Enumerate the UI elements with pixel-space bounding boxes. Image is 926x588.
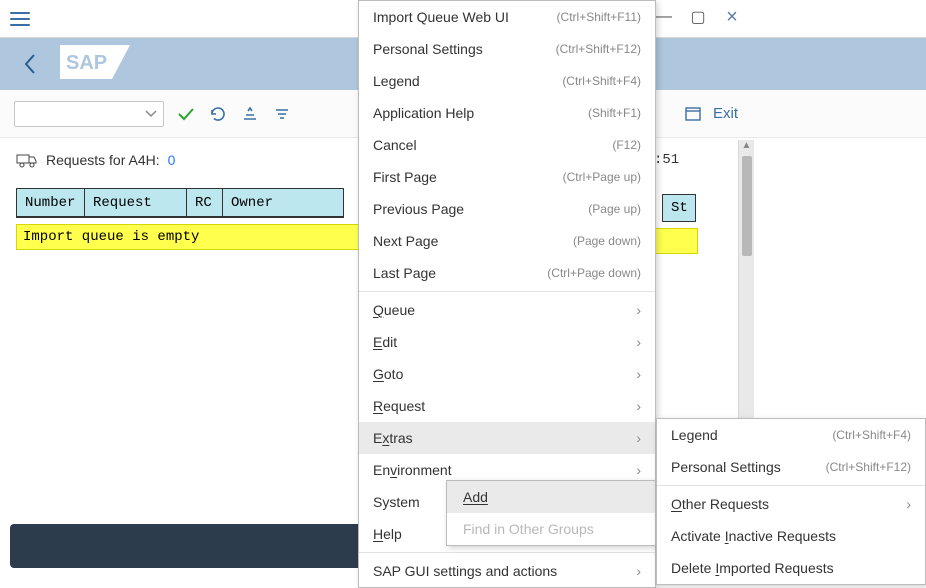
menu-item-label: Last Page [373,265,436,281]
menu-item[interactable]: First Page (Ctrl+Page up) [359,161,655,193]
menu-item-shortcut: (Shift+F1) [588,106,641,120]
chevron-down-icon [145,110,157,118]
menu-item-label: Goto [373,366,403,382]
back-button[interactable] [10,44,50,84]
window-small-icon[interactable] [683,104,703,124]
filter-button[interactable] [272,104,292,124]
menu-item[interactable]: Previous Page (Page up) [359,193,655,225]
sap-logo: SAP [60,45,130,84]
menu-item-shortcut: (Ctrl+Shift+F4) [832,428,911,442]
scroll-up-icon[interactable]: ▲ [739,140,754,154]
menu-item-label: Legend [671,427,718,443]
menu-item-shortcut: (Page up) [588,202,641,216]
exit-button[interactable]: Exit [713,105,738,122]
col-request[interactable]: Request [85,189,186,217]
menu-item-label: Delete Imported Requests [671,560,834,576]
menu-item-label: Personal Settings [671,459,781,475]
menu-item-label: Request [373,398,425,414]
menu-item[interactable]: Activate Inactive Requests [657,520,925,552]
chevron-right-icon: › [636,563,641,579]
menu-item-shortcut: (Ctrl+Page up) [563,170,641,184]
menu-item-label: Add [463,489,488,505]
empty-queue-message: Import queue is empty [16,224,372,250]
menu-item-label: Previous Page [373,201,464,217]
requests-label: Requests for A4H: [46,152,160,168]
menu-item-label: Extras [373,430,413,446]
window-maximize-button[interactable]: ▢ [682,4,714,30]
command-field[interactable] [14,101,164,127]
menu-item-label: Activate Inactive Requests [671,528,836,544]
chevron-right-icon: › [636,302,641,318]
menu-item-find-in-other-groups: Find in Other Groups [447,513,655,545]
menu-item-label: Import Queue Web UI [373,9,509,25]
menu-item-add[interactable]: Add [447,481,655,513]
menu-item[interactable]: Other Requests › [657,488,925,520]
accept-button[interactable] [176,104,196,124]
menu-item[interactable]: Application Help (Shift+F1) [359,97,655,129]
menu-item[interactable]: Delete Imported Requests [657,552,925,584]
menu-item-sap-gui-settings[interactable]: SAP GUI settings and actions › [359,555,655,587]
chevron-right-icon: › [636,430,641,446]
submenu-extras: Legend (Ctrl+Shift+F4) Personal Settings (C… [656,418,926,585]
sort-button[interactable] [240,104,260,124]
menu-item[interactable]: Personal Settings (Ctrl+Shift+F12) [657,451,925,483]
window-controls: — ▢ × [648,4,748,30]
timestamp: :51 [654,152,679,168]
chevron-right-icon: › [906,496,911,512]
menu-item-label: SAP GUI settings and actions [373,563,557,579]
menu-item[interactable]: Legend (Ctrl+Shift+F4) [657,419,925,451]
submenu-other-requests-flyout: Add Find in Other Groups [446,480,656,546]
menu-item[interactable]: Personal Settings (Ctrl+Shift+F12) [359,33,655,65]
menu-item-shortcut: (F12) [612,138,641,152]
window-close-button[interactable]: × [716,4,748,30]
menu-item-label: Edit [373,334,397,350]
requests-count: 0 [168,152,176,168]
menu-item-label: Environment [373,462,452,478]
menu-item[interactable]: Cancel (F12) [359,129,655,161]
chevron-right-icon: › [636,334,641,350]
menu-item-shortcut: (Ctrl+Shift+F12) [556,42,641,56]
menu-item[interactable]: Import Queue Web UI (Ctrl+Shift+F11) [359,1,655,33]
menu-item-label: Personal Settings [373,41,483,57]
chevron-right-icon: › [636,398,641,414]
scroll-thumb[interactable] [742,156,752,256]
menu-item-shortcut: (Ctrl+Shift+F12) [826,460,911,474]
menu-item-shortcut: (Ctrl+Shift+F4) [562,74,641,88]
menu-item-edit[interactable]: Edit › [359,326,655,358]
menu-item-shortcut: (Ctrl+Page down) [547,266,641,280]
empty-queue-message-st [654,228,698,254]
refresh-button[interactable] [208,104,228,124]
menu-item-label: Legend [373,73,420,89]
menu-item-shortcut: (Page down) [573,234,641,248]
menu-hamburger-button[interactable] [8,9,32,29]
menu-item-shortcut: (Ctrl+Shift+F11) [557,10,641,24]
menu-item-label: Help [373,526,402,542]
menu-item-label: Other Requests [671,496,769,512]
menu-item-queue[interactable]: Queue › [359,294,655,326]
chevron-right-icon: › [636,462,641,478]
menu-item-request[interactable]: Request › [359,390,655,422]
svg-text:SAP: SAP [66,52,107,74]
col-owner[interactable]: Owner [223,189,343,217]
chevron-right-icon: › [636,366,641,382]
menu-item-goto[interactable]: Goto › [359,358,655,390]
chevron-left-icon [23,53,37,75]
menu-item-label: First Page [373,169,437,185]
col-st[interactable]: St [662,194,696,222]
menu-item[interactable]: Last Page (Ctrl+Page down) [359,257,655,289]
menu-item-label: System [373,494,420,510]
col-rc[interactable]: RC [187,189,222,217]
truck-icon [16,152,38,168]
menu-item-label: Find in Other Groups [463,521,594,537]
col-number[interactable]: Number [17,189,84,217]
menu-item-label: Next Page [373,233,438,249]
menu-item[interactable]: Legend (Ctrl+Shift+F4) [359,65,655,97]
menu-item-label: Cancel [373,137,417,153]
menu-item-extras[interactable]: Extras › [359,422,655,454]
menu-item-label: Application Help [373,105,474,121]
menu-item[interactable]: Next Page (Page down) [359,225,655,257]
menu-item-label: Queue [373,302,415,318]
